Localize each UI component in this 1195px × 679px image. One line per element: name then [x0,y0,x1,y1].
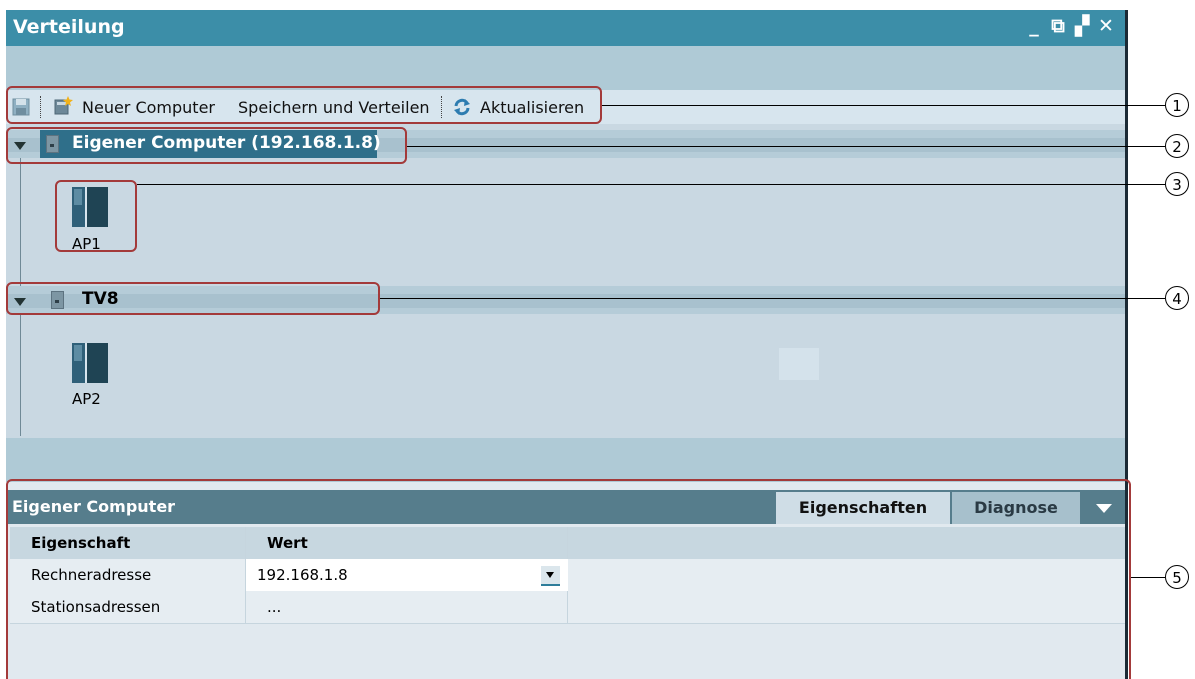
tree-line [20,158,21,286]
callout-frame-tv8 [6,282,380,315]
leader-line [407,146,1165,147]
callout-number: 5 [1165,565,1189,589]
title-bar: Verteilung _ ⧉ ▞ ✕ [6,10,1125,46]
leader-line [137,184,1165,185]
callout-number: 4 [1165,286,1189,310]
close-icon[interactable]: ✕ [1097,16,1115,36]
bottom-band [6,438,1125,482]
detach-icon[interactable]: ⧉ [1049,16,1067,36]
callout-frame-toolbar [6,86,602,124]
callout-number: 3 [1165,172,1189,196]
empty-slot [779,348,819,380]
tree-line [20,314,21,436]
minimize-icon[interactable]: _ [1025,16,1043,36]
station-icon[interactable] [72,343,108,383]
callout-number: 2 [1165,134,1189,158]
callout-frame-ap1 [55,180,137,252]
window-controls: _ ⧉ ▞ ✕ [1025,16,1115,36]
callout-number: 1 [1165,93,1189,117]
window-title: Verteilung [13,16,125,38]
top-band [6,46,1125,90]
restore-icon[interactable]: ▞ [1073,16,1091,36]
leader-line [602,105,1165,106]
callout-frame-own-computer [6,127,407,164]
callout-frame-panel [6,479,1131,679]
leader-line [380,298,1165,299]
station-label[interactable]: AP2 [72,390,101,408]
leader-line [1131,577,1165,578]
